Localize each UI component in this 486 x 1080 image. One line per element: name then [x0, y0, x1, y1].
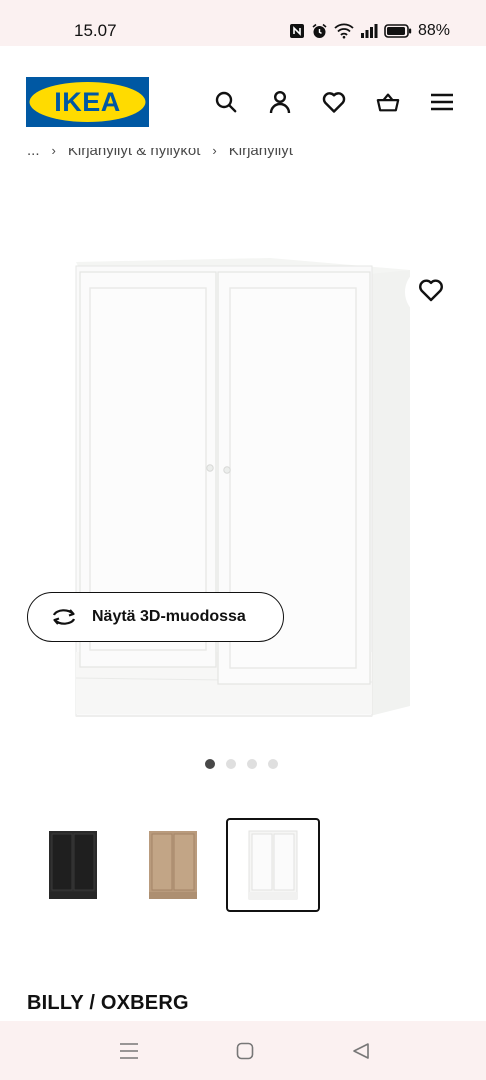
- view-3d-button[interactable]: Näytä 3D-muodossa: [27, 592, 284, 642]
- chevron-right-icon: ›: [51, 148, 56, 158]
- back-icon[interactable]: [349, 1039, 373, 1063]
- site-header: IKEA: [0, 46, 486, 130]
- status-bar: 15.07 88%: [0, 0, 486, 46]
- product-name: BILLY / OXBERG: [27, 992, 189, 1014]
- favorite-button[interactable]: [405, 266, 457, 318]
- thumbnail-white-selected[interactable]: [226, 818, 320, 912]
- pagination-dot[interactable]: [247, 759, 257, 769]
- chevron-right-icon: ›: [212, 148, 217, 158]
- wifi-icon: [334, 23, 354, 39]
- status-icons: 88%: [289, 22, 450, 40]
- heart-icon: [418, 278, 444, 307]
- search-icon[interactable]: [214, 90, 238, 114]
- svg-text:IKEA: IKEA: [54, 87, 121, 117]
- breadcrumb-item-shelves[interactable]: Kirjahyllyt & hyllyköt: [68, 148, 201, 159]
- status-time: 15.07: [74, 21, 117, 40]
- pagination-dot-active[interactable]: [205, 759, 215, 769]
- home-icon[interactable]: [233, 1039, 257, 1063]
- breadcrumb-ellipsis[interactable]: ...: [27, 148, 40, 159]
- rotate-3d-icon: [50, 607, 78, 627]
- image-pagination: [205, 759, 278, 769]
- system-navigation-bar: [0, 1021, 486, 1080]
- heart-icon[interactable]: [322, 90, 346, 114]
- basket-icon[interactable]: [376, 90, 400, 114]
- nfc-icon: [289, 23, 305, 39]
- view-3d-label: Näytä 3D-muodossa: [92, 608, 246, 625]
- thumbnail-oak[interactable]: [126, 818, 220, 912]
- battery-percent: 88%: [417, 22, 450, 39]
- menu-icon[interactable]: [430, 90, 454, 114]
- pagination-dot[interactable]: [268, 759, 278, 769]
- pagination-dot[interactable]: [226, 759, 236, 769]
- account-icon[interactable]: [268, 90, 292, 114]
- breadcrumb-item-bookcases[interactable]: Kirjahyllyt: [229, 148, 293, 159]
- header-actions: [214, 90, 454, 114]
- battery-icon: [384, 24, 412, 38]
- signal-icon: [360, 24, 378, 38]
- breadcrumb: ... › Kirjahyllyt & hyllyköt › Kirjahyll…: [27, 148, 293, 168]
- recent-apps-icon[interactable]: [117, 1039, 141, 1063]
- product-image: [75, 258, 410, 717]
- color-variant-thumbnails: [26, 818, 320, 912]
- thumbnail-black[interactable]: [26, 818, 120, 912]
- ikea-logo[interactable]: IKEA: [26, 77, 149, 127]
- alarm-icon: [311, 23, 328, 40]
